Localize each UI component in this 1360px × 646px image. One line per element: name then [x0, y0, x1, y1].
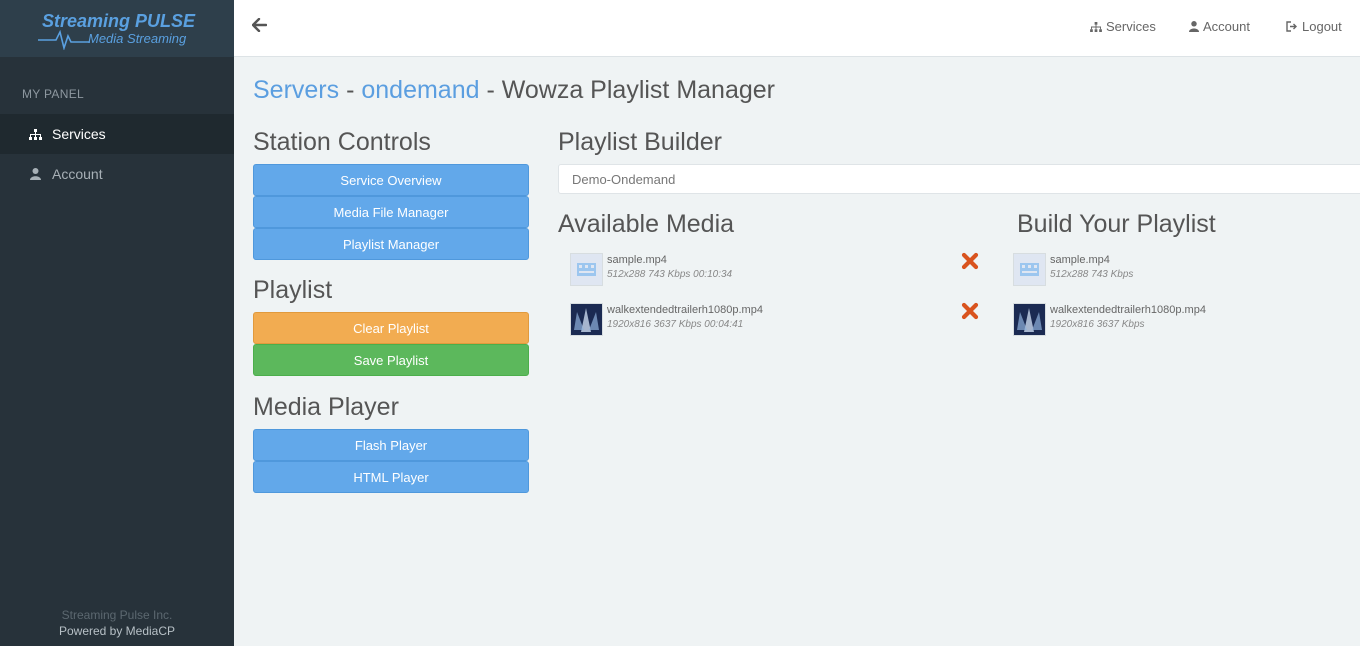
brand-subtitle: Media Streaming — [88, 31, 187, 46]
playlist-builder-heading: Playlist Builder — [558, 128, 722, 156]
media-file-meta: 512x288 743 Kbps — [1050, 269, 1134, 280]
media-file-meta: 512x288 743 Kbps 00:10:34 — [607, 269, 733, 280]
media-player-heading: Media Player — [253, 393, 399, 421]
video-thumbnail — [1013, 253, 1046, 286]
topbar: Services Account Logout — [234, 0, 1360, 57]
sidebar-item-label: Services — [52, 126, 106, 142]
remove-icon[interactable] — [961, 302, 979, 320]
remove-icon[interactable] — [961, 252, 979, 270]
media-file-name: sample.mp4 — [1050, 254, 1110, 266]
media-file-name: sample.mp4 — [607, 254, 667, 266]
user-icon — [1189, 21, 1199, 32]
footer-company: Streaming Pulse Inc. — [61, 608, 173, 622]
video-thumbnail — [570, 253, 603, 286]
html-player-button[interactable]: HTML Player — [253, 461, 529, 493]
user-icon — [28, 168, 42, 180]
top-logout-link[interactable]: Logout — [1286, 19, 1342, 34]
build-playlist-heading: Build Your Playlist — [1017, 210, 1216, 238]
pulse-line-icon — [38, 29, 90, 50]
sidebar: Streaming PULSE Media Streaming MY PANEL… — [0, 0, 234, 646]
sitemap-icon — [1090, 21, 1102, 32]
breadcrumb-servers[interactable]: Servers — [253, 76, 339, 104]
save-playlist-button[interactable]: Save Playlist — [253, 344, 529, 376]
clear-playlist-button[interactable]: Clear Playlist — [253, 312, 529, 344]
sign-out-icon — [1286, 21, 1298, 32]
available-media-item[interactable]: walkextendedtrailerh1080p.mp4 1920x816 3… — [570, 303, 950, 339]
sidebar-item-label: Account — [52, 166, 103, 182]
available-media-heading: Available Media — [558, 210, 735, 238]
available-media-item[interactable]: sample.mp4 512x288 743 Kbps 00:10:34 — [570, 253, 950, 289]
top-account-label: Account — [1203, 19, 1250, 34]
media-file-manager-button[interactable]: Media File Manager — [253, 196, 529, 228]
back-arrow-icon[interactable] — [251, 17, 268, 37]
media-file-meta: 1920x816 3637 Kbps 00:04:41 — [607, 319, 744, 330]
breadcrumb-separator: - — [479, 76, 502, 104]
breadcrumb-separator: - — [339, 76, 362, 104]
station-controls-heading: Station Controls — [253, 128, 431, 156]
sitemap-icon — [28, 128, 42, 140]
playlist-heading: Playlist — [253, 276, 333, 304]
video-thumbnail — [570, 303, 603, 336]
flash-player-button[interactable]: Flash Player — [253, 429, 529, 461]
page-title: Servers - ondemand - Wowza Playlist Mana… — [253, 76, 775, 105]
playlist-select-value: Demo-Ondemand — [572, 171, 676, 187]
brand-logo[interactable]: Streaming PULSE Media Streaming — [0, 0, 234, 57]
video-thumbnail — [1013, 303, 1046, 336]
media-file-meta: 1920x816 3637 Kbps — [1050, 319, 1145, 330]
service-overview-button[interactable]: Service Overview — [253, 164, 529, 196]
top-services-link[interactable]: Services — [1090, 19, 1156, 34]
top-account-link[interactable]: Account — [1189, 19, 1250, 34]
playlist-select[interactable]: Demo-Ondemand — [558, 164, 1360, 194]
media-file-name: walkextendedtrailerh1080p.mp4 — [607, 304, 763, 316]
breadcrumb-service[interactable]: ondemand — [361, 76, 479, 104]
footer-powered-by[interactable]: Powered by MediaCP — [0, 624, 234, 638]
sidebar-item-account[interactable]: Account — [0, 154, 234, 194]
media-file-name: walkextendedtrailerh1080p.mp4 — [1050, 304, 1206, 316]
playlist-item[interactable]: walkextendedtrailerh1080p.mp4 1920x816 3… — [1013, 303, 1353, 339]
playlist-item[interactable]: sample.mp4 512x288 743 Kbps — [1013, 253, 1353, 289]
top-services-label: Services — [1106, 19, 1156, 34]
sidebar-item-services[interactable]: Services — [0, 114, 234, 154]
top-logout-label: Logout — [1302, 19, 1342, 34]
playlist-manager-button[interactable]: Playlist Manager — [253, 228, 529, 260]
breadcrumb-current-page: Wowza Playlist Manager — [501, 76, 775, 104]
panel-title: MY PANEL — [22, 87, 84, 101]
